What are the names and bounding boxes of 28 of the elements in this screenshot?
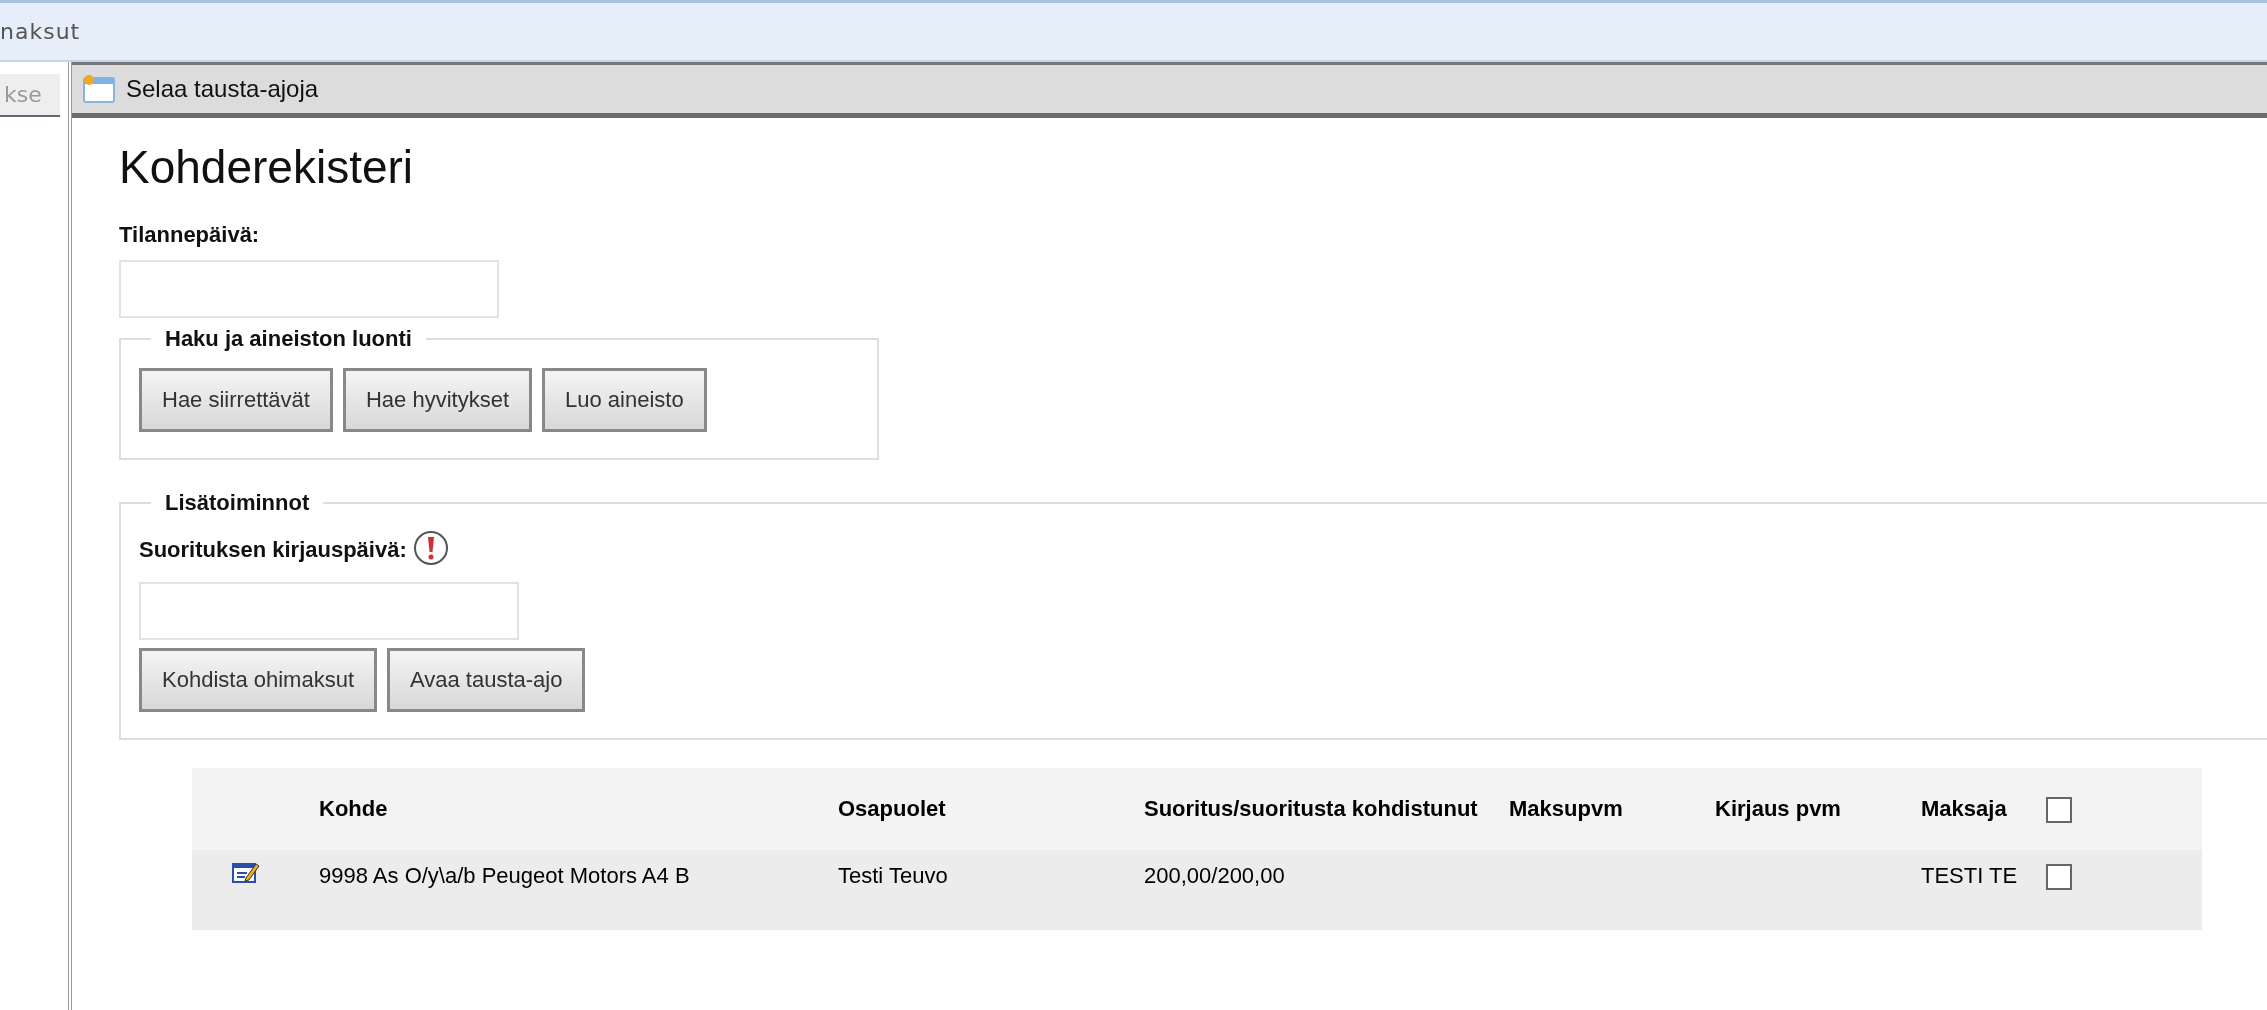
field-label: Tilannepäivä: [119,222,261,248]
checkbox[interactable] [2046,864,2072,891]
column-header: Maksaja [1921,795,2008,823]
checkbox[interactable] [2046,797,2072,824]
table-cell: 9998 As O/y\a/b Peugeot Motors A4 B [319,863,690,888]
action-button[interactable]: Hae hyvitykset [342,368,532,432]
column-header: Kohde [319,795,389,823]
fieldset-legend: Lisätoiminnot [151,490,324,516]
page-heading: Kohderekisteri [119,140,415,194]
table-cell: 200,00/200,00 [1144,863,1285,888]
column-header: Suoritus/suoritusta kohdistunut [1144,795,1479,823]
window-title: Selaa tausta-ajoja [126,75,319,103]
fieldset-legend: Haku ja aineiston luonti [151,326,426,352]
column-header: Kirjaus pvm [1715,795,1842,823]
table-cell: Testi Teuvo [838,863,948,888]
date-field[interactable] [139,582,519,640]
action-button[interactable]: Luo aineisto [542,368,707,432]
action-button[interactable]: Avaa tausta-ajo [387,648,586,712]
window-icon [82,74,116,104]
field-label: Suorituksen kirjauspäivä: [139,537,407,563]
table-cell: TESTI TE [1921,863,2018,888]
action-button[interactable]: Hae siirrettävät [139,368,333,432]
action-button[interactable]: Kohdista ohimaksut [139,648,377,712]
date-field[interactable] [119,260,499,318]
column-header: Osapuolet [838,795,947,823]
column-header: Maksupvm [1509,795,1624,823]
edit-form-icon[interactable] [232,860,260,884]
app-title: naksut [0,19,81,44]
